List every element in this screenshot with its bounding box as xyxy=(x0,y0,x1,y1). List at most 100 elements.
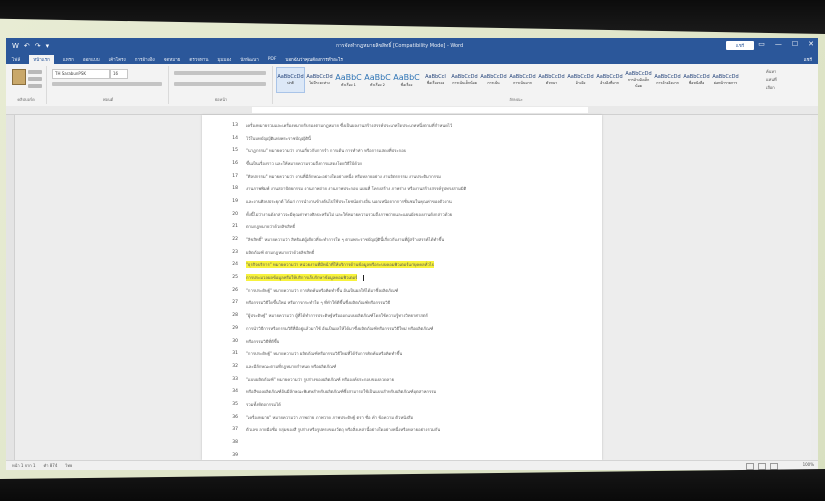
undo-icon[interactable]: ↶ xyxy=(24,42,30,50)
line-text[interactable]: "แบบผลิตภัณฑ์" หมายความว่า รูปร่างของผลิ… xyxy=(246,376,394,383)
font-size-box[interactable]: 16 xyxy=(110,69,128,79)
document-line[interactable]: 19 และงานศิลปประยุกต์ ได้แก่ การนำงานข้าง… xyxy=(216,195,592,208)
font-name-box[interactable]: TH SarabunPSK xyxy=(52,69,110,79)
tab-design[interactable]: ออกแบบ xyxy=(83,56,100,63)
line-text[interactable]: "ลิขสิทธิ์" หมายความว่า สิทธิแต่ผู้เดียว… xyxy=(246,236,444,243)
line-text[interactable]: ขึ้นเป็นเรื่องราว และให้หมายความรวมถึงกา… xyxy=(246,160,362,167)
zoom-level[interactable]: 100% xyxy=(803,462,814,467)
tab-references[interactable]: การอ้างอิง xyxy=(135,56,155,63)
document-line[interactable]: 29 การนำวิธีการหรือกรรมวิธีที่มีอยู่แล้วม… xyxy=(216,322,592,335)
page-count[interactable]: หน้า 1 จาก 1 xyxy=(12,462,36,469)
line-text[interactable]: และมีลักษณะตามที่กฎหมายกำหนด หรือผลิตภัณ… xyxy=(246,363,336,370)
document-line[interactable]: 30 หรือกรรมวิธีที่ดีขึ้น xyxy=(216,335,592,348)
line-text[interactable]: ผลิตภัณฑ์ ตามกฎหมายว่าด้วยลิขสิทธิ์ xyxy=(246,249,314,256)
tell-me-search[interactable]: บอกฉันว่าคุณต้องการทำอะไร xyxy=(286,56,343,63)
document-line[interactable]: 37 ตัวเลข ลายมือชื่อ กลุ่มของสี รูปร่างหร… xyxy=(216,424,592,437)
line-text[interactable]: ทั้งนี้ไม่ว่างานดังกล่าวจะมีคุณค่าทางศิล… xyxy=(246,211,452,218)
line-text[interactable]: รวมทั้งหัตถกรรมได้ xyxy=(246,401,281,408)
line-text[interactable]: งานภาพพิมพ์ งานสถาปัตยกรรม งานภาพถ่าย งา… xyxy=(246,185,466,192)
tab-layout[interactable]: เค้าโครง xyxy=(109,56,126,63)
document-line[interactable]: 18 งานภาพพิมพ์ งานสถาปัตยกรรม งานภาพถ่าย … xyxy=(216,182,592,195)
document-line[interactable]: 23 ผลิตภัณฑ์ ตามกฎหมายว่าด้วยลิขสิทธิ์ xyxy=(216,246,592,259)
document-page[interactable]: 13 เครื่องหมายรวมและเครื่องหมายรับรองตามก… xyxy=(202,115,602,460)
redo-icon[interactable]: ↷ xyxy=(35,42,41,50)
read-mode-icon[interactable] xyxy=(746,463,754,470)
tab-review[interactable]: ตรวจทาน xyxy=(189,56,208,63)
line-text[interactable]: หรือกรรมวิธีที่ดีขึ้น xyxy=(246,338,279,345)
cut-icon[interactable] xyxy=(28,70,42,74)
line-text[interactable]: "ผู้ประดิษฐ์" หมายความว่า ผู้ที่ได้ทำการ… xyxy=(246,312,428,319)
highlighted-text[interactable]: "ธุรกิจบริการ" หมายความว่า หน่วยงานที่มี… xyxy=(246,261,435,269)
line-text[interactable]: การนำวิธีการหรือกรรมวิธีที่มีอยู่แล้วมาใ… xyxy=(246,325,433,332)
horizontal-ruler[interactable] xyxy=(6,106,818,115)
line-text[interactable]: "การประดิษฐ์" หมายความว่า การคิดค้นหรือค… xyxy=(246,287,398,294)
align-buttons[interactable] xyxy=(174,82,266,86)
tab-view[interactable]: มุมมอง xyxy=(217,56,231,63)
line-text[interactable]: หรือกรรมวิธีใดขึ้นใหม่ หรือการกระทำใด ๆ … xyxy=(246,299,390,306)
document-line[interactable]: 20 ทั้งนี้ไม่ว่างานดังกล่าวจะมีคุณค่าทางศ… xyxy=(216,208,592,221)
paste-icon[interactable] xyxy=(12,69,26,85)
font-group: TH SarabunPSK 16 ฟอนต์ xyxy=(48,66,169,104)
line-text[interactable]: "ศิลปกรรม" หมายความว่า งานที่มีลักษณะอย่… xyxy=(246,173,441,180)
document-line[interactable]: 16 ขึ้นเป็นเรื่องราว และให้หมายความรวมถึง… xyxy=(216,157,592,170)
line-text[interactable]: "การประดิษฐ์" หมายความว่า ผลิตภัณฑ์หรือก… xyxy=(246,350,402,357)
print-layout-icon[interactable] xyxy=(758,463,766,470)
tab-file[interactable]: ไฟล์ xyxy=(12,56,20,63)
line-text[interactable]: "นาฏกรรม" หมายความว่า งานเกี่ยวกับการรำ … xyxy=(246,147,406,154)
font-format-buttons[interactable] xyxy=(52,82,162,86)
highlighted-text[interactable]: การประมวลผลข้อมูลหรือให้บริการเก็บรักษาข… xyxy=(246,274,358,282)
format-painter-icon[interactable] xyxy=(28,84,42,88)
vertical-ruler[interactable] xyxy=(6,115,15,460)
document-line[interactable]: 25 การประมวลผลข้อมูลหรือให้บริการเก็บรักษ… xyxy=(216,271,592,284)
line-text[interactable]: ตามกฎหมายว่าด้วยลิขสิทธิ์ xyxy=(246,223,295,230)
share-button[interactable]: แชร์ xyxy=(804,56,812,63)
document-line[interactable]: 14 ไว้ในบทบัญญัติแห่งพระราชบัญญัตินี้ xyxy=(216,132,592,145)
document-line[interactable]: 36 "เครื่องหมาย" หมายความว่า ภาพถ่าย ภาพว… xyxy=(216,411,592,424)
ribbon-display-icon[interactable]: ▭ xyxy=(758,40,765,48)
list-buttons[interactable] xyxy=(174,71,266,75)
line-text[interactable]: ตัวเลข ลายมือชื่อ กลุ่มของสี รูปร่างหรือ… xyxy=(246,426,440,433)
find-button[interactable]: ค้นหา xyxy=(766,68,814,76)
document-line[interactable]: 26 "การประดิษฐ์" หมายความว่า การคิดค้นหรื… xyxy=(216,284,592,297)
document-line[interactable]: 27 หรือกรรมวิธีใดขึ้นใหม่ หรือการกระทำใด … xyxy=(216,297,592,310)
line-number: 16 xyxy=(232,160,238,166)
web-layout-icon[interactable] xyxy=(770,463,778,470)
customize-qa-icon[interactable]: ▾ xyxy=(46,42,50,50)
document-line[interactable]: 32 และมีลักษณะตามที่กฎหมายกำหนด หรือผลิตภ… xyxy=(216,360,592,373)
document-line[interactable]: 22 "ลิขสิทธิ์" หมายความว่า สิทธิแต่ผู้เดี… xyxy=(216,233,592,246)
document-line[interactable]: 13 เครื่องหมายรวมและเครื่องหมายรับรองตามก… xyxy=(216,119,592,132)
maximize-icon[interactable]: ☐ xyxy=(792,40,798,48)
document-line[interactable]: 21 ตามกฎหมายว่าด้วยลิขสิทธิ์ xyxy=(216,221,592,234)
document-line[interactable]: 15 "นาฏกรรม" หมายความว่า งานเกี่ยวกับการร… xyxy=(216,144,592,157)
photo-frame: W ↶ ↷ ▾ การจัดทำกฎหมายลิขสิทธิ์ [Compati… xyxy=(0,0,825,501)
line-text[interactable]: ไว้ในบทบัญญัติแห่งพระราชบัญญัตินี้ xyxy=(246,135,311,142)
line-text[interactable]: "เครื่องหมาย" หมายความว่า ภาพถ่าย ภาพวาด… xyxy=(246,414,413,421)
line-text[interactable]: เครื่องหมายรวมและเครื่องหมายรับรองตามกฎห… xyxy=(246,122,452,129)
document-line[interactable]: 34 หรือสีของผลิตภัณฑ์อันมีลักษณะพิเศษสำหร… xyxy=(216,385,592,398)
tab-mailings[interactable]: จดหมาย xyxy=(164,56,181,63)
select-button[interactable]: เลือก xyxy=(766,84,814,92)
signin-button[interactable]: แชร์ xyxy=(726,41,754,50)
line-text[interactable]: และงานศิลปประยุกต์ ได้แก่ การนำงานข้างต้… xyxy=(246,198,452,205)
line-text[interactable]: หรือสีของผลิตภัณฑ์อันมีลักษณะพิเศษสำหรับ… xyxy=(246,388,436,395)
vertical-scrollbar[interactable] xyxy=(811,115,818,460)
word-count[interactable]: คำ 874 xyxy=(44,462,58,469)
tab-pdf[interactable]: PDF xyxy=(268,57,277,62)
tab-developer[interactable]: นักพัฒนา xyxy=(240,56,258,63)
tab-home[interactable]: หน้าแรก xyxy=(29,54,54,64)
minimize-icon[interactable]: — xyxy=(775,40,782,48)
document-line[interactable]: 35 รวมทั้งหัตถกรรมได้ xyxy=(216,398,592,411)
replace-button[interactable]: แทนที่ xyxy=(766,76,814,84)
document-line[interactable]: 31 "การประดิษฐ์" หมายความว่า ผลิตภัณฑ์หรื… xyxy=(216,347,592,360)
document-line[interactable]: 24 "ธุรกิจบริการ" หมายความว่า หน่วยงานที่… xyxy=(216,259,592,272)
tab-insert[interactable]: แทรก xyxy=(63,56,74,63)
language-indicator[interactable]: ไทย xyxy=(65,462,72,469)
document-line[interactable]: 28 "ผู้ประดิษฐ์" หมายความว่า ผู้ที่ได้ทำก… xyxy=(216,309,592,322)
ribbon-tabs: ไฟล์ หน้าแรก แทรก ออกแบบ เค้าโครง การอ้า… xyxy=(6,54,818,64)
document-line[interactable]: 33 "แบบผลิตภัณฑ์" หมายความว่า รูปร่างของผ… xyxy=(216,373,592,386)
line-number: 33 xyxy=(232,376,238,382)
copy-icon[interactable] xyxy=(28,77,42,81)
close-icon[interactable]: ✕ xyxy=(808,40,814,48)
document-line[interactable]: 38 xyxy=(216,436,592,449)
document-line[interactable]: 17 "ศิลปกรรม" หมายความว่า งานที่มีลักษณะอ… xyxy=(216,170,592,183)
